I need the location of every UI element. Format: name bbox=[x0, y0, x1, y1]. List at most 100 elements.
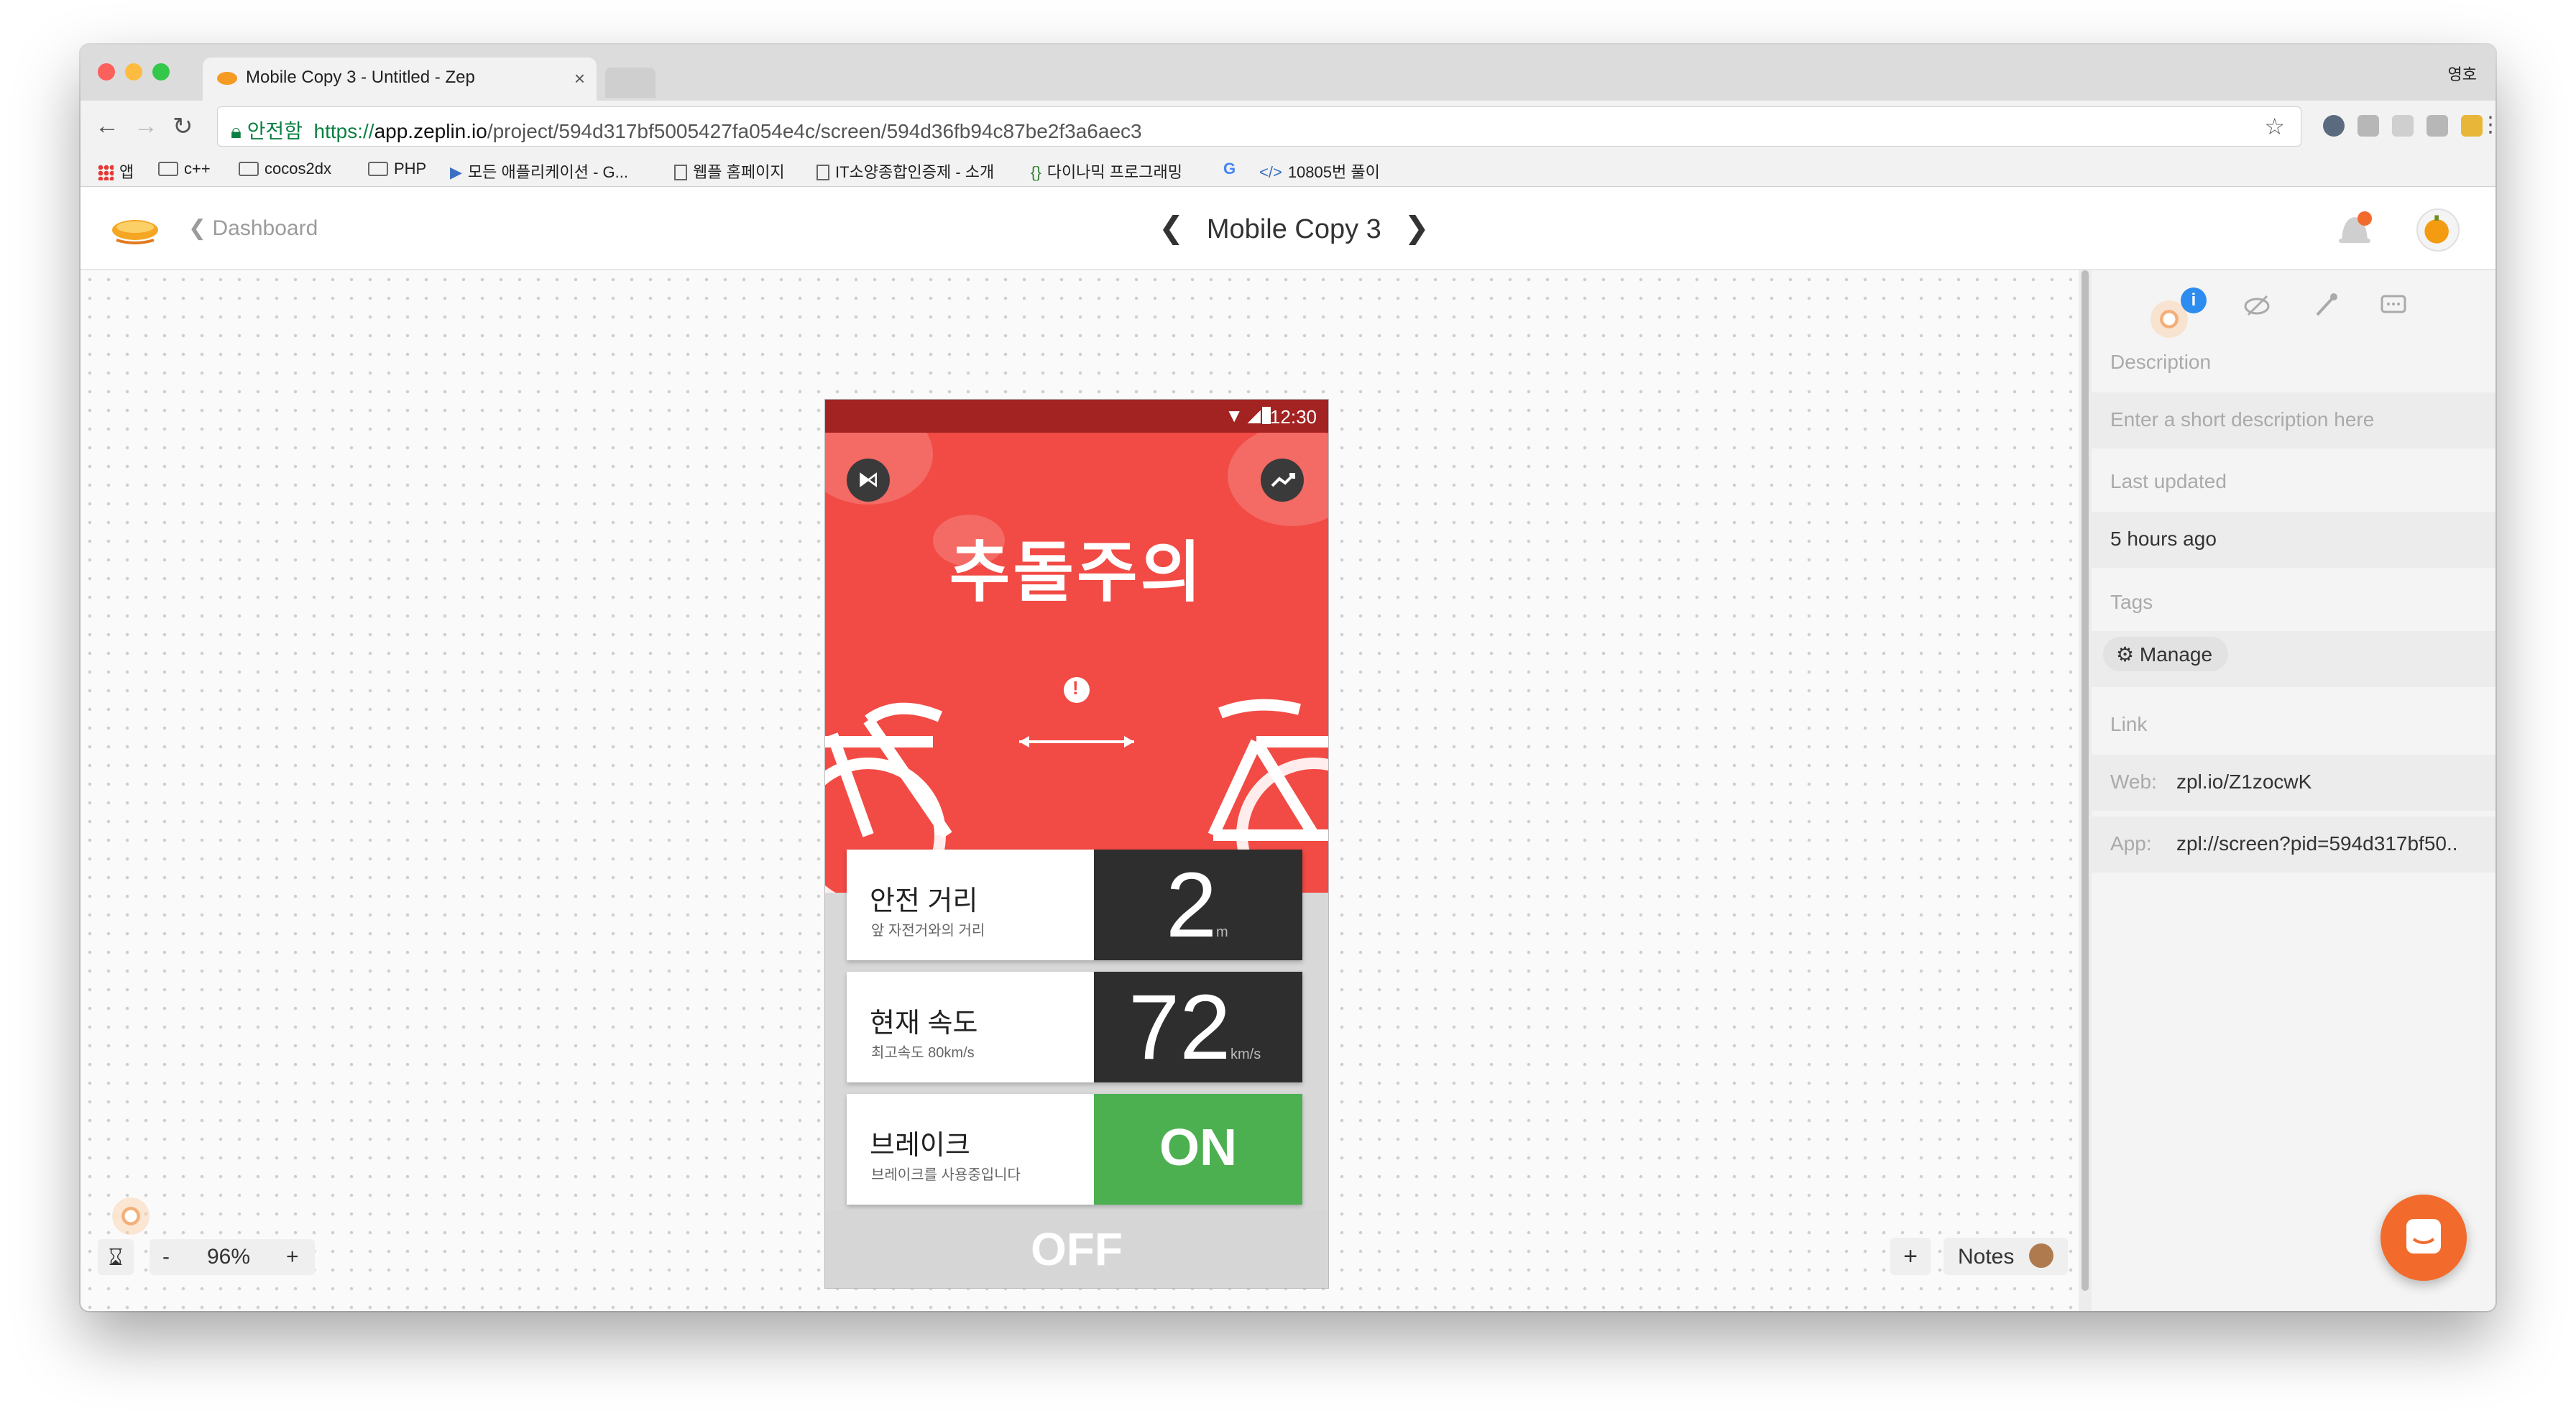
card-label: 브레이크 bbox=[870, 1131, 970, 1161]
previous-screen-icon[interactable]: ❮ bbox=[1159, 211, 1184, 244]
comments-tab-icon[interactable] bbox=[2379, 290, 2408, 319]
bookmark-link[interactable]: {} 다이나믹 프로그래밍 bbox=[1031, 160, 1182, 183]
browser-menu-icon[interactable]: ⋮ bbox=[2480, 112, 2496, 137]
next-screen-icon[interactable]: ❯ bbox=[1404, 211, 1429, 244]
bookmark-folder[interactable]: cocos2dx bbox=[239, 160, 331, 178]
app-link-value[interactable]: zpl://screen?pid=594d317bf50.. bbox=[2176, 832, 2458, 855]
warning-icon: ! bbox=[1072, 677, 1079, 699]
chat-icon bbox=[2406, 1219, 2441, 1254]
off-button[interactable]: OFF bbox=[825, 1210, 1328, 1288]
card-sub: 최고속도 80km/s bbox=[871, 1045, 975, 1061]
bookmark-link[interactable]: ▶︎ 모든 애플리케이션 - G... bbox=[450, 160, 628, 183]
secure-label: 안전함 bbox=[247, 120, 303, 142]
current-speed-card: 현재 속도 최고속도 80km/s 72 km/s bbox=[847, 972, 1302, 1082]
page-icon bbox=[816, 165, 829, 180]
notes-label: Notes bbox=[1958, 1245, 2015, 1269]
card-label: 안전 거리 bbox=[870, 886, 978, 916]
code-tag-icon: </> bbox=[1259, 163, 1282, 181]
extension-icon[interactable] bbox=[2358, 115, 2379, 137]
new-tab-button[interactable] bbox=[605, 68, 656, 98]
profile-name[interactable]: 영호 bbox=[2448, 62, 2477, 85]
screen-navigator: ❮ Mobile Copy 3 ❯ bbox=[1159, 210, 1430, 245]
dropper-tab-icon[interactable] bbox=[2312, 290, 2340, 319]
tab-close-icon[interactable]: × bbox=[574, 68, 585, 90]
reload-icon[interactable]: ↻ bbox=[172, 112, 193, 141]
apps-grid-icon bbox=[98, 165, 114, 180]
tags-row: ⚙︎ Manage bbox=[2092, 631, 2496, 687]
scrollbar-thumb[interactable] bbox=[2082, 270, 2089, 1291]
card-value-box: 2 m bbox=[1094, 850, 1302, 960]
zoom-out-button[interactable]: - bbox=[162, 1239, 170, 1275]
zoom-in-button[interactable]: + bbox=[286, 1239, 299, 1275]
notification-bell-icon[interactable] bbox=[2336, 210, 2373, 250]
browser-toolbar: ← → ↻ 🔒︎ 안전함 https://app.zeplin.io/proje… bbox=[80, 101, 2496, 152]
url-path: /project/594d317bf5005427fa054e4c/screen… bbox=[487, 120, 1142, 142]
bookmark-link[interactable]: IT소양종합인증제 - 소개 bbox=[816, 160, 994, 183]
add-button[interactable]: + bbox=[1890, 1238, 1931, 1275]
extension-icon[interactable] bbox=[2426, 115, 2448, 137]
bookmark-folder[interactable]: c++ bbox=[158, 160, 211, 178]
link-heading: Link bbox=[2110, 713, 2148, 735]
wifi-icon: ▼︎ bbox=[1225, 405, 1243, 426]
minimize-window-button[interactable] bbox=[125, 63, 142, 80]
card-sub: 앞 자전거와의 거리 bbox=[871, 923, 985, 939]
google-icon[interactable]: G bbox=[1223, 160, 1236, 178]
maximize-window-button[interactable] bbox=[152, 63, 170, 80]
bookmark-star-icon[interactable]: ☆ bbox=[2264, 113, 2285, 140]
dashboard-link[interactable]: ❮ Dashboard bbox=[188, 216, 318, 241]
bluetooth-button[interactable]: ⧑︎ bbox=[847, 459, 890, 502]
card-value: 2 bbox=[1166, 854, 1218, 957]
bookmark-apps[interactable]: 앱 bbox=[98, 160, 134, 183]
brake-status: ON bbox=[1159, 1119, 1237, 1177]
bookmark-link[interactable]: 웹플 홈페이지 bbox=[674, 160, 785, 183]
pumpkin-avatar-icon bbox=[2424, 215, 2449, 244]
address-bar[interactable]: 🔒︎ 안전함 https://app.zeplin.io/project/594… bbox=[217, 106, 2301, 147]
page-icon bbox=[674, 165, 687, 180]
chevron-left-icon: ❮ bbox=[188, 216, 213, 240]
manage-tags-button[interactable]: ⚙︎ Manage bbox=[2103, 637, 2229, 671]
web-link-row[interactable]: Web: zpl.io/Z1zocwK bbox=[2092, 755, 2496, 811]
phone-artboard[interactable]: ▼︎ ◢︎ 12:30 ! ⧑︎ 추돌주의 안전 거리 앞 자전거와의 거리 2… bbox=[825, 400, 1328, 1288]
hide-tab-icon[interactable] bbox=[2242, 290, 2271, 319]
app-link-row[interactable]: App: zpl://screen?pid=594d317bf50.. bbox=[2092, 816, 2496, 873]
hourglass-icon[interactable]: ⌛︎ bbox=[98, 1239, 134, 1275]
bookmark-link[interactable]: </> 10805번 풀이 bbox=[1259, 160, 1380, 183]
safe-distance-card: 안전 거리 앞 자전거와의 거리 2 m bbox=[847, 850, 1302, 960]
monkey-icon bbox=[2028, 1243, 2053, 1268]
brake-card: 브레이크 브레이크를 사용중입니다 ON bbox=[847, 1094, 1302, 1205]
extension-icon[interactable] bbox=[2323, 115, 2345, 137]
tab-title: Mobile Copy 3 - Untitled - Zep bbox=[246, 68, 475, 87]
design-canvas[interactable]: ▼︎ ◢︎ 12:30 ! ⧑︎ 추돌주의 안전 거리 앞 자전거와의 거리 2… bbox=[80, 270, 2082, 1311]
description-input[interactable]: Enter a short description here bbox=[2092, 392, 2496, 448]
web-link-label: Web: bbox=[2110, 770, 2157, 793]
notes-button[interactable]: Notes bbox=[1944, 1238, 2068, 1275]
close-window-button[interactable] bbox=[98, 63, 115, 80]
screen-details-panel: i Description Enter a short description … bbox=[2092, 270, 2496, 1311]
panel-tabs: i bbox=[2092, 270, 2496, 338]
bookmark-folder[interactable]: PHP bbox=[368, 160, 426, 178]
app-header: ❮ Dashboard ❮ Mobile Copy 3 ❯ bbox=[80, 187, 2496, 270]
lock-icon: 🔒︎ bbox=[231, 120, 247, 142]
browser-tab[interactable]: Mobile Copy 3 - Untitled - Zep × bbox=[203, 58, 597, 101]
canvas-scrollbar[interactable] bbox=[2079, 270, 2092, 1311]
info-tab-icon[interactable]: i bbox=[2181, 288, 2207, 313]
zeplin-logo-icon[interactable] bbox=[109, 208, 161, 246]
extension-icon[interactable] bbox=[2392, 115, 2414, 137]
zeplin-favicon-icon bbox=[217, 72, 237, 85]
trend-button[interactable] bbox=[1261, 459, 1304, 502]
forward-icon[interactable]: → bbox=[134, 112, 158, 140]
play-console-icon: ▶︎ bbox=[450, 163, 462, 181]
tags-heading: Tags bbox=[2110, 591, 2153, 613]
back-icon[interactable]: ← bbox=[95, 112, 119, 140]
support-chat-button[interactable] bbox=[2380, 1195, 2467, 1281]
user-avatar[interactable] bbox=[2416, 208, 2460, 252]
bookmarks-bar: 앱 c++ cocos2dx PHP ▶︎ 모든 애플리케이션 - G... 웹플… bbox=[80, 152, 2496, 187]
browser-window: Mobile Copy 3 - Untitled - Zep × 영호 ← → … bbox=[80, 45, 2496, 1311]
folder-icon bbox=[368, 162, 388, 176]
hint-pulse bbox=[112, 1197, 150, 1235]
status-bar: ▼︎ ◢︎ 12:30 bbox=[825, 400, 1328, 433]
brake-status-box[interactable]: ON bbox=[1094, 1094, 1302, 1205]
card-label: 현재 속도 bbox=[870, 1008, 978, 1039]
web-link-value[interactable]: zpl.io/Z1zocwK bbox=[2176, 770, 2312, 793]
last-updated-value: 5 hours ago bbox=[2092, 512, 2496, 568]
